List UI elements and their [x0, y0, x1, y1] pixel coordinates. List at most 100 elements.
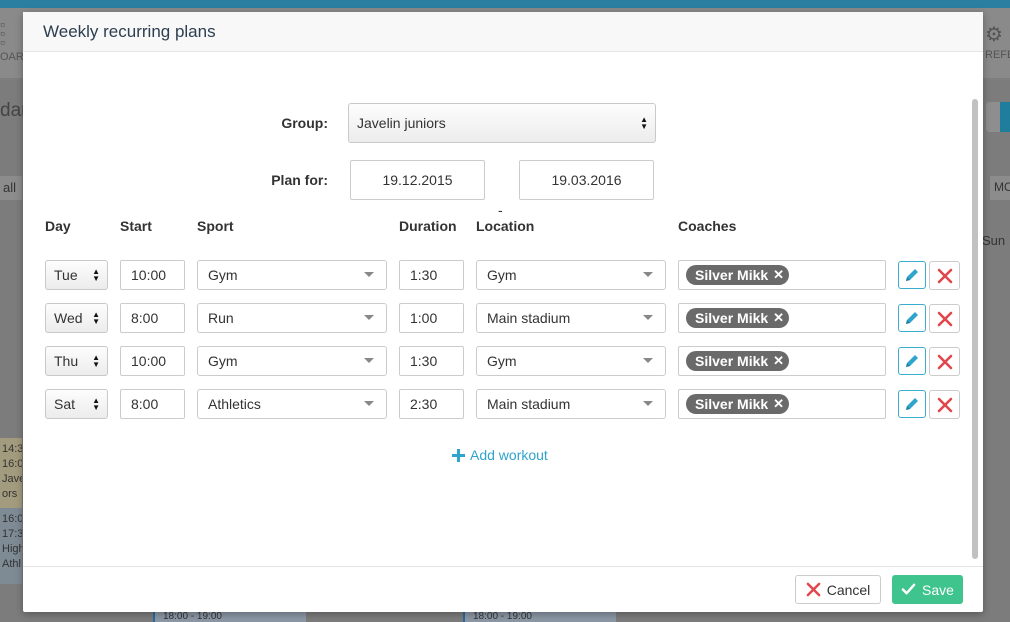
- caret-down-icon: [643, 401, 653, 406]
- duration-input[interactable]: 1:30: [399, 260, 464, 290]
- duration-input[interactable]: 2:30: [399, 389, 464, 419]
- pencil-icon: [906, 312, 918, 324]
- coach-tag: Silver Mikk ✕: [686, 394, 790, 414]
- start-time-input[interactable]: 10:00: [120, 260, 185, 290]
- close-icon[interactable]: ✕: [773, 353, 784, 369]
- group-select-value: Javelin juniors: [357, 115, 446, 131]
- sport-dropdown[interactable]: Gym: [197, 346, 387, 376]
- delete-button[interactable]: [929, 347, 960, 376]
- sport-dropdown[interactable]: Gym: [197, 260, 387, 290]
- coaches-input[interactable]: Silver Mikk ✕: [678, 260, 886, 290]
- check-icon: [901, 583, 916, 595]
- coaches-input[interactable]: Silver Mikk ✕: [678, 346, 886, 376]
- start-time-input[interactable]: 10:00: [120, 346, 185, 376]
- save-label: Save: [922, 581, 954, 598]
- caret-down-icon: [364, 401, 374, 406]
- coach-tag: Silver Mikk ✕: [686, 265, 790, 285]
- coaches-input[interactable]: Silver Mikk ✕: [678, 389, 886, 419]
- all-button: all: [0, 176, 22, 200]
- date-separator: -: [498, 202, 503, 218]
- close-icon[interactable]: ✕: [773, 310, 784, 326]
- edit-button[interactable]: [898, 390, 926, 418]
- location-dropdown[interactable]: Main stadium: [476, 303, 666, 333]
- cancel-button[interactable]: Cancel: [795, 575, 881, 604]
- sport-dropdown[interactable]: Athletics: [197, 389, 387, 419]
- delete-button[interactable]: [929, 390, 960, 419]
- sport-dropdown[interactable]: Run: [197, 303, 387, 333]
- column-header-location: Location: [476, 218, 535, 234]
- column-header-sport: Sport: [197, 218, 234, 234]
- location-dropdown[interactable]: Gym: [476, 346, 666, 376]
- close-icon: [937, 311, 952, 326]
- app-top-bar: [0, 0, 1010, 8]
- column-header-duration: Duration: [399, 218, 457, 234]
- save-button[interactable]: Save: [892, 575, 963, 604]
- caret-down-icon: [364, 272, 374, 277]
- scrollbar[interactable]: [972, 99, 978, 559]
- modal-header: Weekly recurring plans: [23, 12, 983, 52]
- updown-arrows-icon: ▲ ▼: [92, 353, 100, 369]
- day-header-sun: Sun: [982, 233, 1006, 248]
- caret-down-icon: [643, 315, 653, 320]
- close-icon: [806, 582, 821, 597]
- modal-title: Weekly recurring plans: [43, 22, 216, 41]
- updown-arrows-icon: ▲ ▼: [640, 115, 648, 131]
- calendar-event: 18:00 - 19:00: [153, 612, 306, 622]
- updown-arrows-icon: ▲ ▼: [92, 396, 100, 412]
- edit-button[interactable]: [898, 347, 926, 375]
- group-select[interactable]: Javelin juniors ▲ ▼: [348, 103, 656, 143]
- edit-button[interactable]: [898, 261, 926, 289]
- column-header-start: Start: [120, 218, 152, 234]
- start-time-input[interactable]: 8:00: [120, 389, 185, 419]
- day-select[interactable]: Tue ▲ ▼: [45, 260, 108, 290]
- pencil-icon: [906, 398, 918, 410]
- coach-tag: Silver Mikk ✕: [686, 308, 790, 328]
- date-to-input[interactable]: 19.03.2016: [519, 160, 654, 200]
- location-dropdown[interactable]: Main stadium: [476, 389, 666, 419]
- nav-item-preferences: ⚙ REFER: [985, 22, 1010, 61]
- caret-down-icon: [643, 358, 653, 363]
- gear-icon: ⚙: [985, 24, 1003, 46]
- modal-footer: Cancel Save: [23, 566, 983, 612]
- close-icon: [937, 354, 952, 369]
- updown-arrows-icon: ▲ ▼: [92, 310, 100, 326]
- coaches-input[interactable]: Silver Mikk ✕: [678, 303, 886, 333]
- pencil-icon: [906, 355, 918, 367]
- plus-icon: [452, 448, 465, 462]
- close-icon: [937, 397, 952, 412]
- add-workout-link[interactable]: Add workout: [452, 447, 548, 463]
- updown-arrows-icon: ▲ ▼: [92, 267, 100, 283]
- location-dropdown[interactable]: Gym: [476, 260, 666, 290]
- delete-button[interactable]: [929, 304, 960, 333]
- date-from-input[interactable]: 19.12.2015: [350, 160, 485, 200]
- grid-icon: ▫ ▫ ▫: [0, 16, 5, 50]
- close-icon[interactable]: ✕: [773, 396, 784, 412]
- column-header-coaches: Coaches: [678, 218, 737, 234]
- start-time-input[interactable]: 8:00: [120, 303, 185, 333]
- close-icon: [937, 268, 952, 283]
- view-toggle-button-active: [1000, 102, 1010, 132]
- calendar-event: 16:0 17:3 High Athl: [0, 508, 22, 584]
- cancel-label: Cancel: [826, 581, 871, 598]
- caret-down-icon: [364, 358, 374, 363]
- modal-body: Group: Javelin juniors ▲ ▼ Plan for: 19.1…: [23, 53, 983, 566]
- coach-tag: Silver Mikk ✕: [686, 351, 790, 371]
- calendar-event: 18:00 - 19:00: [463, 612, 616, 622]
- edit-button[interactable]: [898, 304, 926, 332]
- close-icon[interactable]: ✕: [773, 267, 784, 283]
- duration-input[interactable]: 1:30: [399, 346, 464, 376]
- add-workout-label: Add workout: [470, 447, 548, 463]
- plan-for-label: Plan for:: [271, 172, 328, 188]
- caret-down-icon: [643, 272, 653, 277]
- day-select[interactable]: Wed ▲ ▼: [45, 303, 108, 333]
- weekly-plans-modal: Weekly recurring plans Group: Javelin ju…: [23, 12, 983, 612]
- pencil-icon: [906, 269, 918, 281]
- column-header-day: Day: [45, 218, 71, 234]
- day-select[interactable]: Sat ▲ ▼: [45, 389, 108, 419]
- calendar-event: 14:316:0Javeors: [0, 438, 22, 508]
- nav-item-dashboard: ▫ ▫ ▫ OAR: [0, 16, 24, 63]
- duration-input[interactable]: 1:00: [399, 303, 464, 333]
- day-select[interactable]: Thu ▲ ▼: [45, 346, 108, 376]
- caret-down-icon: [364, 315, 374, 320]
- delete-button[interactable]: [929, 261, 960, 290]
